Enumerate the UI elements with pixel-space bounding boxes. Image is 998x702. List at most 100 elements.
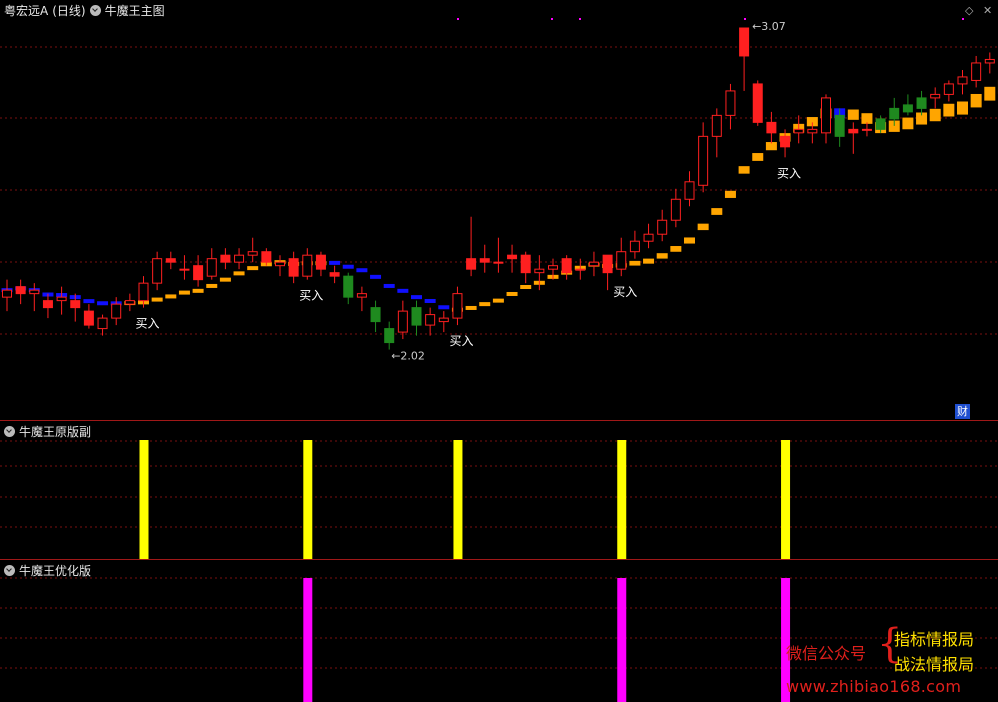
candle-body <box>70 300 81 309</box>
top-marker <box>579 18 581 20</box>
watermark-wechat: 微信公众号 <box>786 644 867 663</box>
watermark-line3: 战法情报局 <box>894 655 975 674</box>
candle-body <box>247 251 258 256</box>
candle-body <box>302 254 313 277</box>
signal-bar <box>453 440 463 559</box>
ma-band-segment <box>479 302 491 307</box>
chevron-down-icon[interactable] <box>4 565 15 576</box>
candle-body <box>343 275 354 298</box>
sub2-indicator-name[interactable]: 牛魔王优化版 <box>19 562 91 579</box>
candle-body <box>902 104 913 113</box>
candle-body <box>534 268 545 274</box>
top-marker <box>551 18 553 20</box>
candle-body <box>329 272 340 277</box>
ma-band-segment <box>724 190 736 198</box>
candle-body <box>698 135 709 186</box>
main-title-bar: 粤宏远A (日线) 牛魔王主图 <box>4 2 165 19</box>
top-marker <box>744 18 746 20</box>
ma-band-segment <box>520 284 532 289</box>
candle-body <box>670 198 681 221</box>
ma-band-segment <box>219 277 231 282</box>
sub1-indicator-name[interactable]: 牛魔王原版副 <box>19 423 91 440</box>
candle-body <box>356 293 367 298</box>
candle-body <box>384 328 395 344</box>
ma-band-segment <box>356 268 368 273</box>
sub1-signal-bars <box>0 440 998 559</box>
candle-body <box>588 261 599 267</box>
sub1-title-bar: 牛魔王原版副 <box>4 423 91 440</box>
signal-bar <box>139 440 149 559</box>
buy-signal-label: 买入 <box>777 166 801 180</box>
ma-band-segment <box>738 166 750 174</box>
ma-band-segment <box>970 93 982 108</box>
candle-body <box>288 258 299 277</box>
high-price-label: ←3.07 <box>752 20 786 33</box>
candle-body <box>261 251 272 263</box>
candle-body <box>42 300 53 309</box>
main-indicator-name[interactable]: 牛魔王主图 <box>105 2 165 19</box>
candle-body <box>916 97 927 109</box>
top-marker <box>457 18 459 20</box>
signal-bar <box>617 578 627 702</box>
ma-band-segment <box>957 101 968 115</box>
watermark-line2: 指标情报局 <box>894 630 975 649</box>
candle-body <box>452 293 463 319</box>
ma-band-segment <box>370 274 382 279</box>
signal-bar <box>781 440 791 559</box>
buy-signal-label: 买入 <box>136 317 160 331</box>
ma-band-segment <box>97 301 109 306</box>
ma-band-segment <box>247 266 259 271</box>
candle-body <box>739 27 750 57</box>
signal-bar <box>303 440 313 559</box>
ma-band-segment <box>151 297 163 302</box>
ma-band-segment <box>165 294 177 299</box>
candle-body <box>220 254 231 263</box>
diamond-icon[interactable]: ◇ <box>965 4 973 17</box>
candle-body <box>370 307 381 323</box>
candle-body <box>752 83 763 123</box>
ma-band-segment <box>670 246 682 252</box>
candle-body <box>957 76 968 85</box>
candle-body <box>575 268 586 271</box>
candle-body <box>629 240 640 253</box>
candle-body <box>684 181 695 200</box>
watermark-url: www.zhibiao168.com <box>786 677 962 696</box>
sub-chart-original[interactable]: 牛魔王原版副 <box>0 421 998 559</box>
chevron-down-icon[interactable] <box>89 5 101 16</box>
buy-signal-label: 买入 <box>299 289 323 303</box>
candle-body <box>479 258 490 263</box>
main-chart-panel[interactable]: ←3.07 ←2.02 买入 买入 买入 买入 买入 粤宏远A (日线) 牛魔王主图 ◇ ✕… <box>0 0 998 420</box>
ma-band-segment <box>342 264 354 269</box>
candle-body <box>643 233 654 242</box>
close-icon[interactable]: ✕ <box>983 4 992 17</box>
candle-body <box>234 254 245 263</box>
candle-body <box>807 128 818 134</box>
candle-body <box>83 310 94 326</box>
candle-body <box>861 128 872 131</box>
main-candlestick-chart[interactable]: ←3.07←2.02买入买入买入买入买入 <box>0 0 998 420</box>
candle-body <box>2 289 12 298</box>
candle-body <box>848 128 859 134</box>
ma-band-segment <box>506 291 518 296</box>
ma-band-segment <box>424 298 436 303</box>
ma-band-segment <box>902 117 914 130</box>
signal-bar <box>303 578 313 702</box>
candle-body <box>616 251 627 270</box>
candle-body <box>548 265 558 270</box>
candle-body <box>793 128 804 134</box>
signal-bar <box>617 440 627 559</box>
candle-body <box>943 83 954 95</box>
ma-band-segment <box>397 288 409 293</box>
candle-body <box>711 114 722 137</box>
candle-body <box>561 258 572 274</box>
top-marker <box>962 18 964 20</box>
finance-badge[interactable]: 财 <box>955 404 970 419</box>
sub2-title-bar: 牛魔王优化版 <box>4 562 91 579</box>
period-label: (日线) <box>52 4 86 18</box>
ma-band-segment <box>643 258 655 264</box>
candle-body <box>29 289 40 295</box>
candle-body <box>193 265 204 281</box>
stock-name: 粤宏远A <box>4 4 49 18</box>
candle-body <box>984 58 995 64</box>
chevron-down-icon[interactable] <box>4 426 15 437</box>
